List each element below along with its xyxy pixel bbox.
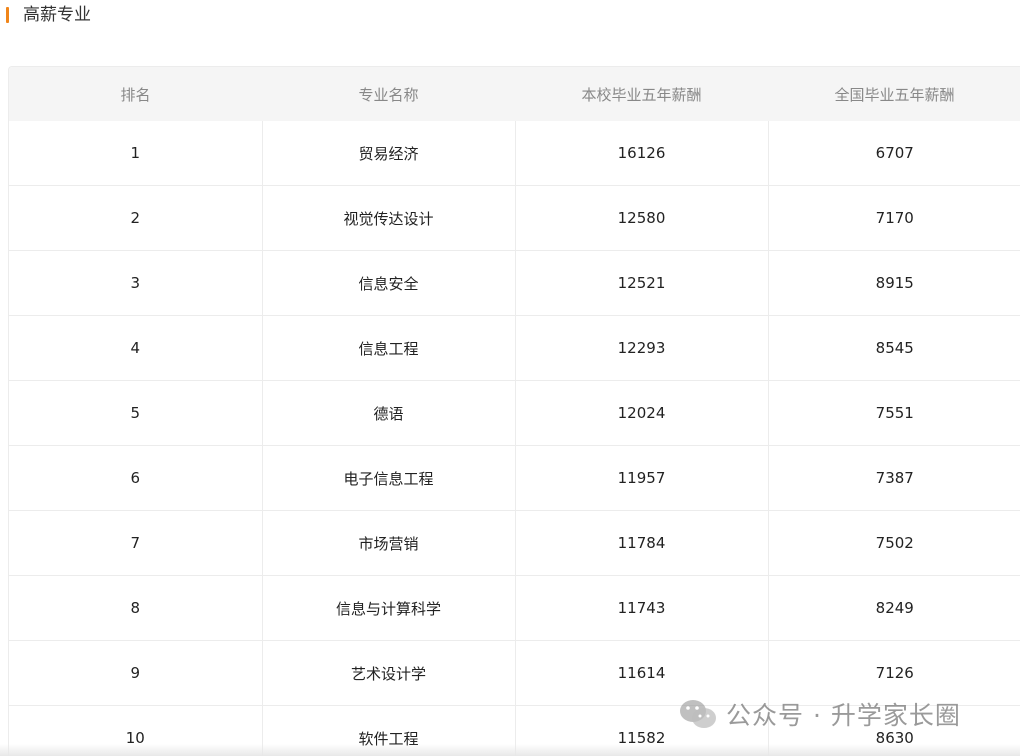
- table-row: 5 德语 12024 7551: [9, 380, 1020, 446]
- watermark-text: 公众号 · 升学家长圈: [726, 701, 961, 730]
- cell-major: 电子信息工程: [262, 445, 516, 511]
- cell-school-salary: 11784: [515, 510, 769, 576]
- cell-rank: 5: [9, 380, 263, 446]
- cell-major: 信息与计算科学: [262, 575, 516, 641]
- cell-school-salary: 12580: [515, 185, 769, 251]
- table-row: 2 视觉传达设计 12580 7170: [9, 185, 1020, 251]
- cell-national-salary: 7551: [768, 380, 1020, 446]
- table-header: 排名 专业名称 本校毕业五年薪酬 全国毕业五年薪酬: [9, 67, 1020, 121]
- cell-school-salary: 12293: [515, 315, 769, 381]
- cell-major: 市场营销: [262, 510, 516, 576]
- salary-table-container: 排名 专业名称 本校毕业五年薪酬 全国毕业五年薪酬 1 贸易经济 16126 6…: [8, 66, 1020, 756]
- cell-rank: 2: [9, 185, 263, 251]
- page: 高薪专业 排名 专业名称 本校毕业五年薪酬 全国毕业五年薪酬 1 贸易经济 16…: [0, 0, 1020, 756]
- bottom-edge: [0, 744, 1020, 756]
- cell-rank: 6: [9, 445, 263, 511]
- cell-school-salary: 12521: [515, 250, 769, 316]
- wechat-icon: [680, 700, 716, 728]
- cell-rank: 1: [9, 121, 263, 186]
- table-row: 1 贸易经济 16126 6707: [9, 121, 1020, 186]
- cell-major: 信息工程: [262, 315, 516, 381]
- cell-school-salary: 11957: [515, 445, 769, 511]
- table-row: 4 信息工程 12293 8545: [9, 315, 1020, 381]
- cell-national-salary: 8249: [768, 575, 1020, 641]
- table-row: 8 信息与计算科学 11743 8249: [9, 575, 1020, 641]
- header-rank: 排名: [9, 67, 262, 121]
- cell-major: 视觉传达设计: [262, 185, 516, 251]
- cell-national-salary: 8545: [768, 315, 1020, 381]
- cell-major: 德语: [262, 380, 516, 446]
- cell-rank: 8: [9, 575, 263, 641]
- cell-national-salary: 7170: [768, 185, 1020, 251]
- cell-national-salary: 6707: [875, 144, 914, 162]
- header-national-salary: 全国毕业五年薪酬: [768, 67, 1020, 121]
- cell-rank: 3: [9, 250, 263, 316]
- table-row: 6 电子信息工程 11957 7387: [9, 445, 1020, 511]
- header-row: 排名 专业名称 本校毕业五年薪酬 全国毕业五年薪酬: [9, 67, 1020, 121]
- cell-school-salary: 12024: [515, 380, 769, 446]
- cell-rank: 4: [9, 315, 263, 381]
- cell-major: 艺术设计学: [262, 640, 516, 706]
- cell-rank: 9: [9, 640, 263, 706]
- cell-major: 贸易经济: [262, 121, 516, 186]
- cell-rank: 7: [9, 510, 263, 576]
- header-major-name: 专业名称: [262, 67, 515, 121]
- table-row: 3 信息安全 12521 8915: [9, 250, 1020, 316]
- title-accent-bar: [6, 7, 9, 23]
- cell-national-salary: 7502: [768, 510, 1020, 576]
- table-row: 7 市场营销 11784 7502: [9, 510, 1020, 576]
- section-header: 高薪专业: [6, 4, 91, 26]
- header-school-salary: 本校毕业五年薪酬: [515, 67, 768, 121]
- section-title: 高薪专业: [23, 5, 91, 25]
- cell-major: 信息安全: [262, 250, 516, 316]
- cell-national-salary: 7387: [768, 445, 1020, 511]
- cell-school-salary: 16126: [515, 121, 769, 186]
- cell-national-salary: 8915: [768, 250, 1020, 316]
- table-body: 1 贸易经济 16126 6707 2 视觉传达设计 12580 7170 3 …: [9, 121, 1020, 756]
- cell-school-salary: 11743: [515, 575, 769, 641]
- watermark: 公众号 · 升学家长圈: [678, 696, 961, 732]
- salary-table: 排名 专业名称 本校毕业五年薪酬 全国毕业五年薪酬 1 贸易经济 16126 6…: [9, 67, 1020, 756]
